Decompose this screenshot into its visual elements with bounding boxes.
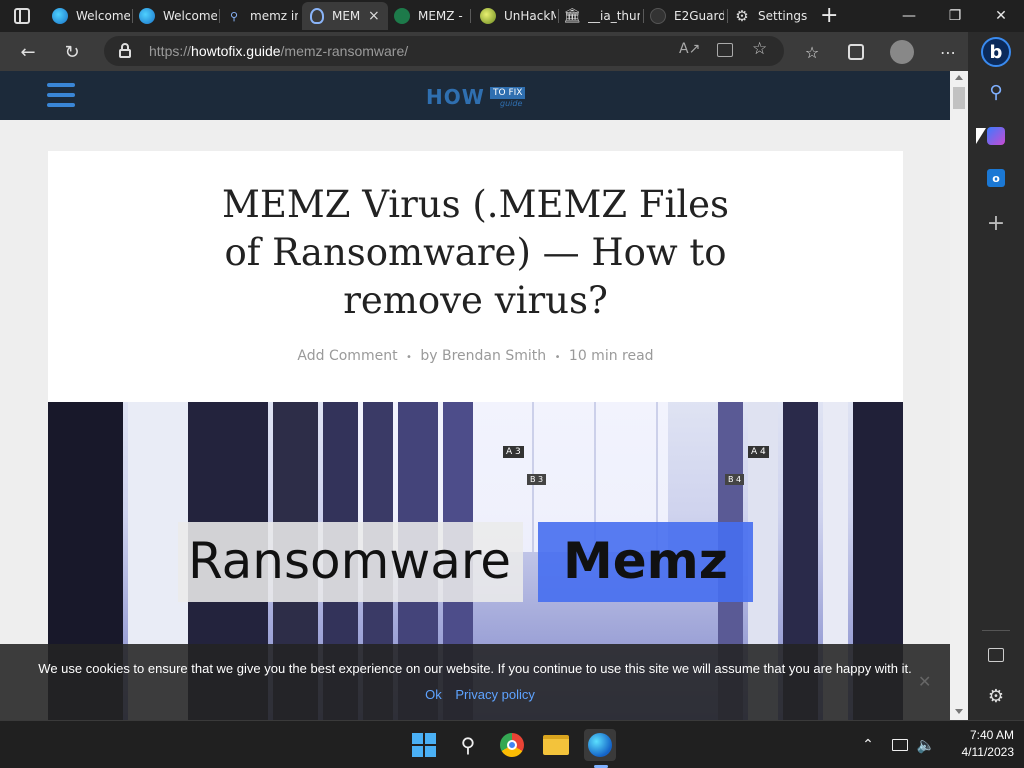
more-options-icon[interactable]: ⋯ xyxy=(932,36,964,68)
mouse-cursor-icon xyxy=(976,128,986,144)
profile-avatar[interactable] xyxy=(886,36,918,68)
cookie-banner: We use cookies to ensure that we give yo… xyxy=(0,644,950,720)
search-icon: ⚲ xyxy=(229,9,239,23)
bing-chat-icon[interactable]: b xyxy=(980,36,1012,68)
tab-memz-search[interactable]: ⚲ memz in xyxy=(226,2,298,30)
site-header: HOW TO FIX guide xyxy=(0,71,950,120)
read-time: 10 min read xyxy=(568,348,654,364)
cookie-close-icon[interactable]: ✕ xyxy=(918,672,931,691)
navigation-bar: ← ↻ https://howtofix.guide/memz-ransomwa… xyxy=(0,32,968,71)
close-window-button[interactable]: ✕ xyxy=(978,0,1024,32)
author-link[interactable]: by Brendan Smith xyxy=(420,348,546,364)
edge-icon xyxy=(139,8,155,24)
tab-memz-active[interactable]: MEM × xyxy=(302,2,388,30)
edge-taskbar-icon[interactable] xyxy=(584,729,616,761)
clock-date: 4/11/2023 xyxy=(961,745,1015,759)
green-logo-icon xyxy=(394,8,410,24)
aisle-sign-b4: B 4 xyxy=(725,474,745,485)
read-aloud-icon[interactable]: A↗ xyxy=(679,41,700,57)
hero-label-ransomware: Ransomware xyxy=(178,522,523,602)
aisle-sign-a3: A 3 xyxy=(503,446,524,458)
tab-welcome-2[interactable]: Welcome xyxy=(139,2,217,30)
article-title: MEMZ Virus (.MEMZ Files of Ransomware) —… xyxy=(221,183,730,322)
cookie-message: We use cookies to ensure that we give yo… xyxy=(38,661,912,676)
taskbar-search-icon[interactable]: ⚲ xyxy=(452,729,484,761)
minimize-button[interactable]: — xyxy=(886,0,932,32)
shield-icon xyxy=(310,8,324,24)
favorite-add-icon[interactable]: ☆ xyxy=(752,39,767,59)
tab-settings[interactable]: ⚙ Settings xyxy=(734,2,810,30)
new-tab-button[interactable]: + xyxy=(820,3,838,28)
tab-welcome-1[interactable]: Welcome xyxy=(52,2,130,30)
volume-icon[interactable]: 🔈 xyxy=(910,729,942,761)
cookie-ok-button[interactable]: Ok xyxy=(425,687,442,702)
scroll-down-arrow[interactable] xyxy=(955,709,963,714)
web-page: HOW TO FIX guide MEMZ Virus (.MEMZ Files… xyxy=(0,71,950,720)
clock-time: 7:40 AM xyxy=(969,728,1014,742)
favorites-icon[interactable]: ☆ xyxy=(796,36,828,68)
maximize-button[interactable]: ❐ xyxy=(932,0,978,32)
privacy-policy-link[interactable]: Privacy policy xyxy=(455,687,534,702)
tab-bar: Welcome Welcome ⚲ memz in MEM × MEMZ - U… xyxy=(0,0,1024,32)
lock-icon[interactable] xyxy=(119,43,131,58)
clock[interactable]: 7:40 AM 4/11/2023 xyxy=(944,727,1015,761)
scroll-up-arrow[interactable] xyxy=(955,75,963,80)
tab-unhackme[interactable]: UnHackM xyxy=(480,2,556,30)
show-hidden-icons-chevron[interactable]: ⌃ xyxy=(852,729,884,761)
file-explorer-icon[interactable] xyxy=(540,729,572,761)
scroll-thumb[interactable] xyxy=(953,87,965,109)
tab-actions-icon[interactable] xyxy=(14,8,30,24)
add-sidebar-app-icon[interactable]: + xyxy=(980,207,1012,239)
edge-icon xyxy=(52,8,68,24)
search-icon[interactable]: ⚲ xyxy=(980,76,1012,108)
url-text[interactable]: https://howtofix.guide/memz-ransomware/ xyxy=(149,43,408,59)
outlook-icon[interactable]: o xyxy=(980,162,1012,194)
chrome-icon[interactable] xyxy=(496,729,528,761)
windows-taskbar: ⚲ ⌃ 🔈 7:40 AM 4/11/2023 xyxy=(0,720,1024,768)
address-bar[interactable]: https://howtofix.guide/memz-ransomware/ … xyxy=(104,36,784,66)
archive-icon: 🏛 xyxy=(564,8,581,24)
collections-icon[interactable] xyxy=(840,36,872,68)
article-meta: Add Comment • by Brendan Smith • 10 min … xyxy=(297,348,654,364)
hamburger-menu-icon[interactable] xyxy=(47,83,75,109)
gear-icon: ⚙ xyxy=(735,7,749,25)
add-comment-link[interactable]: Add Comment xyxy=(297,348,397,364)
hero-label-memz: Memz xyxy=(538,522,753,602)
aisle-sign-a4: A 4 xyxy=(748,446,769,458)
site-logo[interactable]: HOW TO FIX guide xyxy=(426,85,526,109)
tab-ia-thumb[interactable]: 🏛 __ia_thun xyxy=(564,2,640,30)
sidebar-settings-icon[interactable]: ⚙ xyxy=(980,680,1012,712)
app-available-icon[interactable] xyxy=(717,43,733,57)
back-button[interactable]: ← xyxy=(12,36,44,68)
close-tab-icon[interactable]: × xyxy=(368,8,380,24)
article-card: MEMZ Virus (.MEMZ Files of Ransomware) —… xyxy=(48,151,903,720)
ball-icon xyxy=(480,8,496,24)
page-scrollbar[interactable] xyxy=(950,71,968,720)
aisle-sign-b3: B 3 xyxy=(527,474,547,485)
tab-memz-2[interactable]: MEMZ - xyxy=(394,2,468,30)
github-icon xyxy=(650,8,666,24)
start-button-icon[interactable] xyxy=(408,729,440,761)
refresh-button[interactable]: ↻ xyxy=(56,36,88,68)
hide-sidebar-icon[interactable] xyxy=(980,639,1012,671)
tab-e2guardian[interactable]: E2Guard xyxy=(650,2,724,30)
